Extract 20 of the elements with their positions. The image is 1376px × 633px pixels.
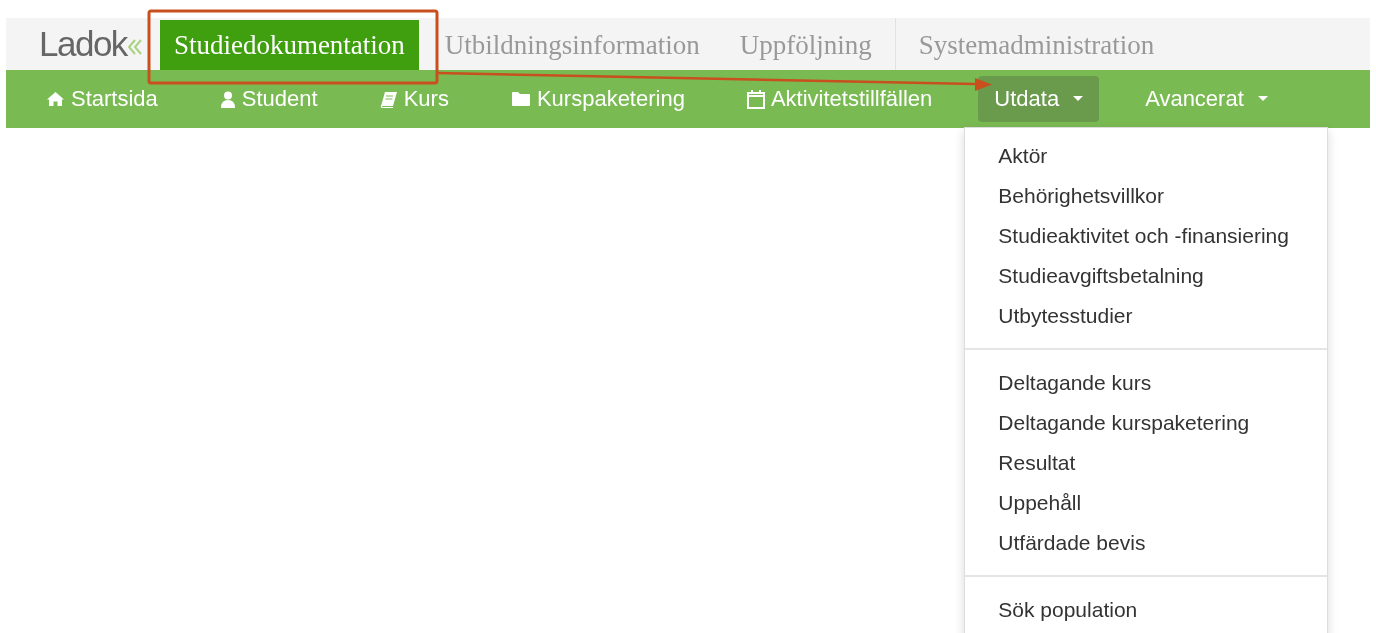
caret-icon [1257,96,1268,102]
user-icon [219,90,236,108]
calendar-icon [746,89,765,109]
caret-icon [1073,96,1084,102]
menu-item[interactable]: Deltagande kurspaketering [965,403,1328,443]
menu-item[interactable]: Utfärdade bevis [965,523,1328,563]
menu-item[interactable]: Utbytesstudier [965,296,1328,336]
menu-item[interactable]: Behörighetsvillkor [965,176,1328,216]
logo: Ladok [39,24,127,64]
menu-item[interactable]: Resultat [965,443,1328,483]
chevron-icon [127,38,142,56]
menu-item[interactable]: Aktör [965,136,1328,176]
menu-item[interactable]: Deltagande kurs [965,363,1328,403]
book-icon [379,90,398,108]
menu-item[interactable]: Sök population [965,590,1328,630]
menu-item[interactable]: Studieavgiftsbetalning [965,256,1328,296]
home-icon [46,91,65,107]
folder-icon [510,91,531,107]
menu-item[interactable]: Studieaktivitet och -finansiering [965,216,1328,256]
menu-item[interactable]: Uppehåll [965,483,1328,523]
